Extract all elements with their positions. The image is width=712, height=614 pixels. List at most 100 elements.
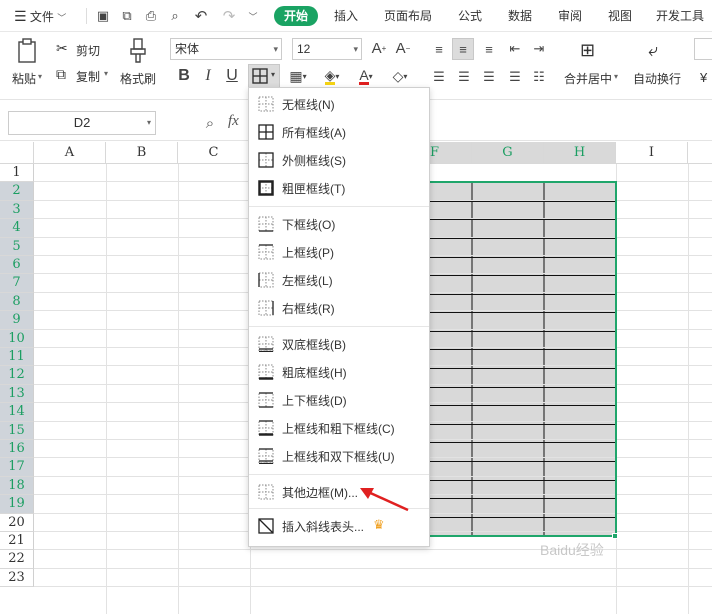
print-icon[interactable]: ⎙ — [142, 7, 160, 25]
borders-button[interactable]: ▾ — [248, 64, 280, 88]
row-header-17[interactable]: 17 — [0, 458, 34, 477]
align-bottom-icon[interactable]: ≡ — [480, 40, 498, 58]
tab-insert[interactable]: 插入 — [334, 6, 358, 26]
tab-home[interactable]: 开始 — [274, 6, 319, 26]
wrap-text-button[interactable]: ⤶ 自动换行 — [630, 36, 686, 96]
cut-label: 剪切 — [76, 44, 101, 58]
row-header-15[interactable]: 15 — [0, 421, 34, 440]
no-border-icon — [258, 96, 274, 112]
paste-button[interactable]: 粘贴 ▾ — [8, 36, 48, 96]
fx-icon[interactable]: fx — [228, 113, 239, 130]
column-header-c[interactable]: C — [178, 142, 250, 164]
tab-developer[interactable]: 开发工具 — [656, 6, 704, 26]
tab-view[interactable]: 视图 — [608, 6, 632, 26]
menu-separator — [249, 474, 429, 475]
tab-page-layout[interactable]: 页面布局 — [384, 6, 432, 26]
row-header-4[interactable]: 4 — [0, 219, 34, 238]
row-header-2[interactable]: 2 — [0, 182, 34, 201]
menu-item-top-border[interactable]: 上框线(P) — [249, 240, 429, 264]
undo-icon[interactable]: ↶ — [192, 7, 210, 25]
format-painter-button[interactable]: 格式刷 — [118, 36, 160, 96]
cell-style-icon[interactable]: ▦ ▾ — [284, 66, 312, 86]
column-header-j[interactable] — [688, 142, 712, 164]
row-header-1[interactable]: 1 — [0, 164, 34, 183]
menu-item-all-borders[interactable]: 所有框线(A) — [249, 120, 429, 144]
bold-icon[interactable]: B — [176, 66, 192, 86]
menu-item-top-and-double-bottom-border[interactable]: 上框线和双下框线(U) — [249, 444, 429, 468]
decrease-indent-icon[interactable]: ⇤ — [506, 40, 524, 58]
tab-review[interactable]: 审阅 — [558, 6, 582, 26]
brush-icon — [130, 38, 146, 63]
underline-icon[interactable]: U — [224, 66, 240, 86]
menu-item-top-and-thick-bottom-border[interactable]: 上框线和粗下框线(C) — [249, 416, 429, 440]
row-header-12[interactable]: 12 — [0, 366, 34, 385]
align-right-icon[interactable]: ☰ — [480, 68, 498, 86]
decrease-font-icon[interactable]: A − — [394, 38, 412, 58]
column-header-b[interactable]: B — [106, 142, 178, 164]
merge-center-button[interactable]: ⊞ 合并居中 ▾ — [560, 36, 626, 96]
menu-item-thick-bottom-border[interactable]: 粗底框线(H) — [249, 360, 429, 384]
column-header-h[interactable]: H — [544, 142, 616, 164]
menu-item-insert-diagonal-header[interactable]: 插入斜线表头... ♛ — [249, 514, 429, 538]
name-box[interactable]: D2 ▾ — [8, 111, 156, 135]
align-left-icon[interactable]: ☰ — [430, 68, 448, 86]
row-header-8[interactable]: 8 — [0, 292, 34, 312]
italic-icon[interactable]: I — [200, 66, 216, 86]
zoom-search-icon[interactable]: ⌕ — [200, 113, 220, 133]
row-header-22[interactable]: 22 — [0, 550, 34, 569]
menu-item-left-border[interactable]: 左框线(L) — [249, 268, 429, 292]
align-middle-icon[interactable]: ≡ — [452, 38, 474, 60]
font-color-icon[interactable]: A ▾ — [352, 66, 380, 86]
increase-indent-icon[interactable]: ⇥ — [530, 40, 548, 58]
row-header-14[interactable]: 14 — [0, 403, 34, 422]
print-preview-icon[interactable]: ⌕ — [166, 7, 184, 25]
row-header-6[interactable]: 6 — [0, 256, 34, 275]
column-header-g[interactable]: G — [472, 142, 544, 164]
quick-access-more-icon[interactable]: ﹀ — [246, 7, 260, 25]
row-header-9[interactable]: 9 — [0, 311, 34, 330]
row-header-3[interactable]: 3 — [0, 200, 34, 220]
align-center-icon[interactable]: ☰ — [455, 68, 473, 86]
save-icon[interactable]: ▣ — [94, 7, 112, 25]
column-header-i[interactable]: I — [616, 142, 688, 164]
redo-icon[interactable]: ↷ — [220, 7, 238, 25]
tab-formulas[interactable]: 公式 — [458, 6, 482, 26]
row-header-18[interactable]: 18 — [0, 476, 34, 496]
row-header-7[interactable]: 7 — [0, 274, 34, 293]
row-header-19[interactable]: 19 — [0, 495, 34, 514]
menu-item-double-bottom-border[interactable]: 双底框线(B) — [249, 332, 429, 356]
menu-item-right-border[interactable]: 右框线(R) — [249, 296, 429, 320]
row-header-5[interactable]: 5 — [0, 237, 34, 256]
menu-item-no-border[interactable]: 无框线(N) — [249, 92, 429, 116]
menu-item-thick-box-border[interactable]: 粗匣框线(T) — [249, 176, 429, 200]
currency-icon[interactable]: ¥ — [700, 70, 707, 85]
cut-button[interactable]: ✂ 剪切 — [56, 40, 106, 58]
number-format-select[interactable] — [694, 38, 712, 60]
align-top-icon[interactable]: ≡ — [430, 40, 448, 58]
fill-handle[interactable] — [612, 533, 618, 539]
distributed-icon[interactable]: ☷ — [530, 68, 548, 86]
file-menu[interactable]: ☰ 文件 ﹀ — [14, 6, 66, 26]
menu-item-outside-borders[interactable]: 外侧框线(S) — [249, 148, 429, 172]
select-all-corner[interactable] — [0, 142, 34, 164]
row-header-20[interactable]: 20 — [0, 513, 34, 532]
all-borders-icon — [258, 124, 274, 140]
clear-icon[interactable]: ◇ ▾ — [386, 66, 414, 86]
row-header-21[interactable]: 21 — [0, 532, 34, 551]
justify-icon[interactable]: ☰ — [506, 68, 524, 86]
font-size-select[interactable]: 12 ▾ — [292, 38, 362, 60]
fill-color-icon[interactable]: ◈ ▾ — [318, 66, 346, 86]
row-header-23[interactable]: 23 — [0, 568, 34, 588]
menu-item-bottom-border[interactable]: 下框线(O) — [249, 212, 429, 236]
column-header-a[interactable]: A — [34, 142, 106, 164]
increase-font-icon[interactable]: A + — [370, 38, 388, 58]
font-name-select[interactable]: 宋体 ▾ — [170, 38, 282, 60]
export-pdf-icon[interactable]: ⧉ — [118, 7, 136, 25]
row-header-13[interactable]: 13 — [0, 384, 34, 404]
tab-data[interactable]: 数据 — [508, 6, 532, 26]
row-header-11[interactable]: 11 — [0, 348, 34, 367]
copy-button[interactable]: ⧉ 复制 ▾ — [56, 66, 112, 84]
row-header-16[interactable]: 16 — [0, 440, 34, 459]
row-header-10[interactable]: 10 — [0, 329, 34, 348]
menu-item-top-and-bottom-border[interactable]: 上下框线(D) — [249, 388, 429, 412]
